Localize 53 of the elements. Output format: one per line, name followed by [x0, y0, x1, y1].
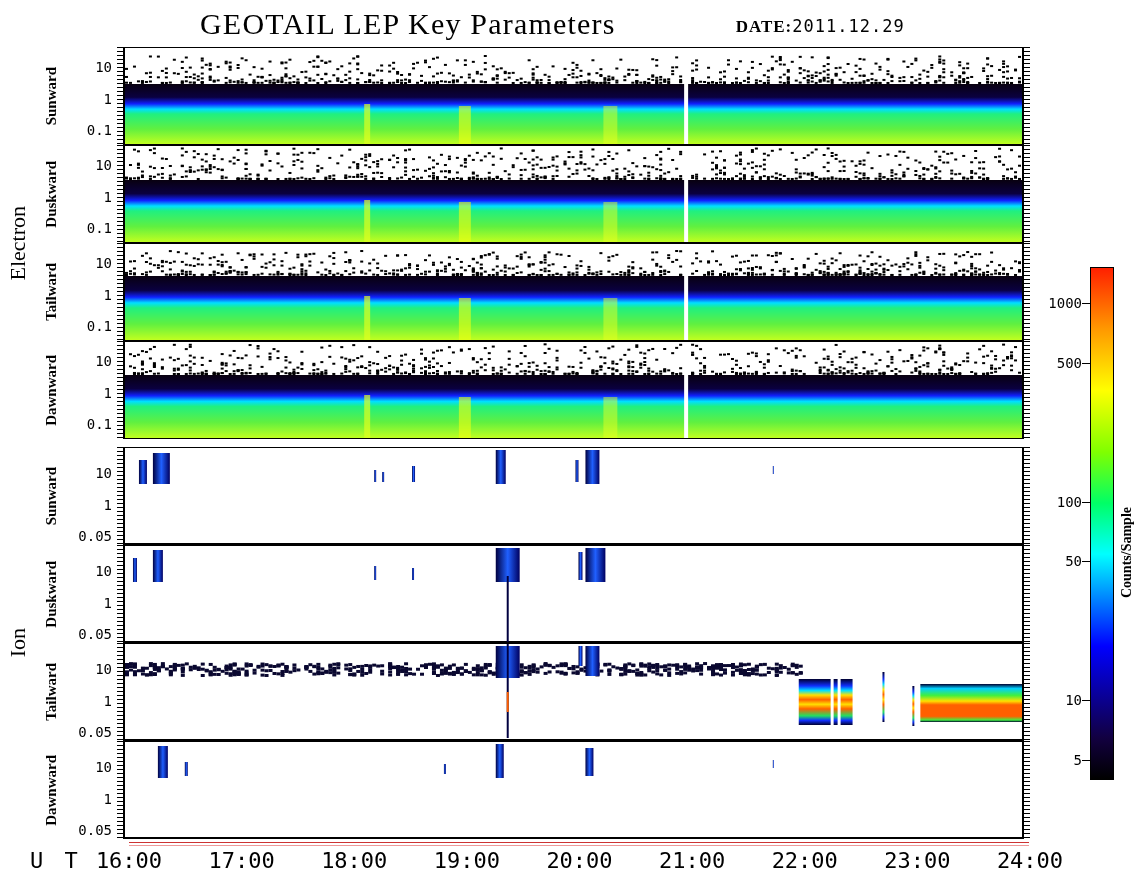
x-tick-label: 16:00	[94, 848, 164, 873]
panel-label: Sunward	[42, 66, 60, 126]
y-tick-label: 0.1	[86, 416, 112, 433]
panel-label: Duskward	[42, 560, 60, 628]
colorbar-tick-label: 1000	[1048, 294, 1082, 311]
y-tick-label: 10	[95, 157, 112, 174]
y-tick-label: 0.05	[78, 822, 112, 839]
y-tick-label: 1	[103, 286, 112, 304]
x-tick-label: 19:00	[432, 848, 501, 873]
x-tick-label: 21:00	[658, 848, 727, 873]
y-tick-label: 10	[95, 353, 112, 370]
y-tick-label: 0.1	[86, 318, 112, 335]
x-tick-label: 18:00	[320, 848, 389, 873]
y-tick-label: 0.05	[78, 528, 112, 545]
x-tick-label: 23:00	[883, 848, 952, 873]
colorbar-tick-label: 10	[1065, 692, 1082, 709]
y-tick-label: 10	[95, 59, 112, 76]
y-tick-label: 0.1	[86, 220, 112, 237]
y-tick-label: 10	[95, 563, 112, 580]
colorbar-tick-label: 500	[1056, 354, 1082, 371]
panel-label: Tailward	[42, 263, 60, 321]
x-tick-label: 24:00	[995, 848, 1065, 873]
y-tick-label: 0.1	[86, 122, 112, 139]
y-tick-label: 1	[103, 384, 112, 402]
panel-label: Tailward	[42, 663, 60, 721]
y-tick-label: 10	[95, 465, 112, 482]
colorbar-tick-label: 50	[1065, 553, 1082, 570]
group-label: Electron	[5, 205, 31, 281]
y-tick-label: 0.05	[78, 724, 112, 741]
x-axis-label: U T	[30, 848, 83, 875]
colorbar-tick-label: 5	[1073, 751, 1082, 768]
y-tick-label: 1	[103, 790, 112, 808]
y-tick-label: 10	[95, 759, 112, 776]
y-tick-label: 1	[103, 692, 112, 710]
x-tick-label: 17:00	[207, 848, 276, 873]
group-label: Ion	[5, 628, 31, 658]
colorbar-label: Counts/Sample	[1119, 507, 1135, 599]
y-tick-label: 10	[95, 661, 112, 678]
y-tick-label: 1	[103, 90, 112, 108]
y-tick-label: 0.05	[78, 626, 112, 643]
y-tick-label: 1	[103, 496, 112, 514]
x-tick-label: 20:00	[545, 848, 614, 873]
y-tick-label: 10	[95, 255, 112, 272]
date-label: DATE:2011.12.29	[735, 16, 905, 37]
panel-label: Dawnward	[42, 754, 60, 826]
x-tick-label: 22:00	[770, 848, 839, 873]
panel-label: Sunward	[42, 466, 60, 526]
y-tick-label: 1	[103, 594, 112, 612]
y-tick-label: 1	[103, 188, 112, 206]
panel-label: Dawnward	[42, 354, 60, 426]
panel-label: Duskward	[42, 160, 60, 228]
colorbar-tick-label: 100	[1056, 493, 1082, 510]
chart-title: GEOTAIL LEP Key Parameters	[200, 6, 616, 41]
